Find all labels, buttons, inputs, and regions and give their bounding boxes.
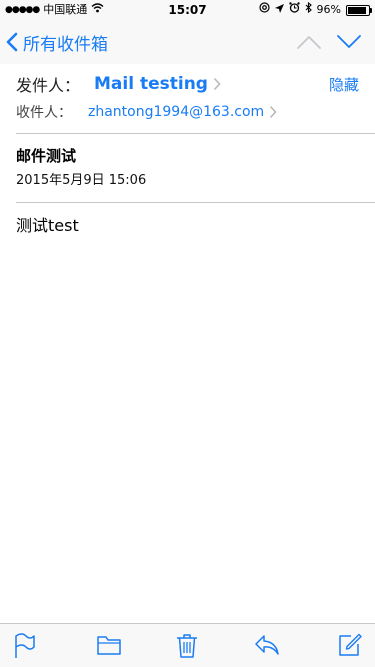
from-label: 发件人：	[16, 76, 81, 95]
from-row: 发件人： Mail testing	[16, 72, 221, 96]
trash-icon	[177, 634, 197, 658]
reply-icon	[255, 635, 279, 655]
nav-bar: 所有收件箱	[0, 20, 375, 64]
battery-icon	[346, 4, 372, 16]
back-button[interactable]: 所有收件箱	[6, 20, 108, 64]
sender-name[interactable]: Mail testing	[94, 74, 208, 94]
status-bar: ●●●●● 中国联通 15:07 96%	[0, 0, 375, 20]
back-label: 所有收件箱	[23, 34, 108, 55]
previous-message-button[interactable]	[296, 30, 322, 58]
up-arrow-icon	[297, 36, 321, 49]
email-body: 测试test	[16, 216, 79, 235]
battery-level	[348, 6, 367, 14]
location-icon	[274, 0, 284, 20]
compose-icon	[339, 633, 362, 656]
to-label: 收件人：	[16, 105, 72, 121]
chevron-right-icon	[213, 77, 221, 91]
flag-icon	[15, 633, 35, 658]
trash-button[interactable]	[176, 633, 198, 663]
divider	[16, 133, 375, 134]
reply-button[interactable]	[254, 633, 280, 661]
email-date: 2015年5月9日 15:06	[16, 173, 147, 188]
to-row: 收件人： zhantong1994@163.com	[16, 102, 277, 122]
chevron-right-icon	[270, 105, 277, 119]
recipient-address[interactable]: zhantong1994@163.com	[88, 104, 264, 120]
compose-button[interactable]	[338, 633, 362, 661]
divider	[16, 202, 375, 203]
back-chevron-icon	[6, 32, 18, 52]
at-icon	[258, 0, 270, 20]
battery-percent: 96%	[316, 3, 341, 16]
down-arrow-icon	[337, 35, 361, 48]
next-message-button[interactable]	[336, 30, 362, 58]
status-right: 96%	[258, 0, 372, 20]
alarm-icon	[288, 0, 300, 20]
move-to-folder-button[interactable]	[96, 633, 122, 661]
message-header: 发件人： Mail testing 隐藏 收件人： zhantong1994@1…	[0, 64, 375, 134]
bluetooth-icon	[305, 0, 312, 20]
hide-details-button[interactable]: 隐藏	[329, 74, 359, 95]
folder-icon	[97, 636, 121, 655]
flag-button[interactable]	[14, 633, 36, 663]
bottom-toolbar	[0, 623, 375, 667]
email-subject: 邮件测试	[16, 147, 77, 165]
